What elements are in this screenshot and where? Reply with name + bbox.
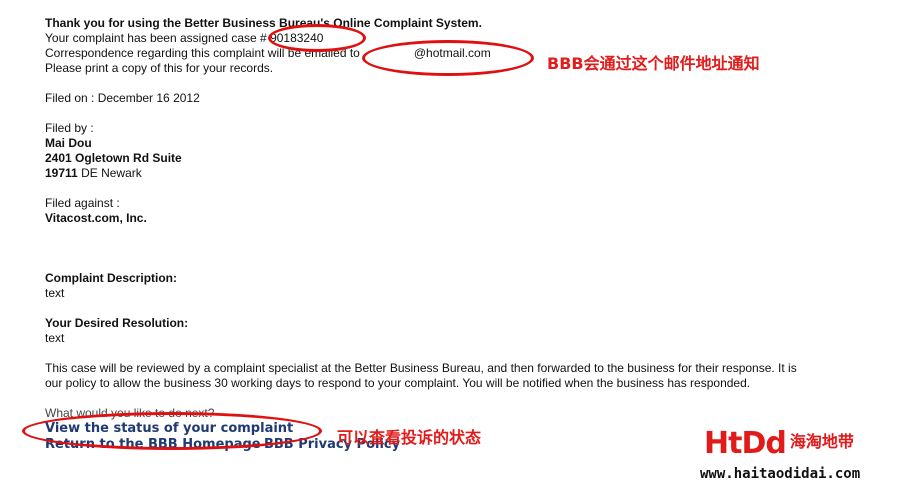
filed-against-label: Filed against : — [45, 196, 120, 210]
filer-name: Mai Dou — [45, 136, 92, 150]
desired-resolution-label: Your Desired Resolution: — [45, 316, 189, 330]
watermark-url: www.haitaodidai.com — [700, 466, 861, 482]
email-annotation: BBB会通过这个邮件地址通知 — [547, 54, 760, 73]
case-assigned-text: Your complaint has been assigned case # — [45, 31, 267, 45]
thank-you-heading: Thank you for using the Better Business … — [45, 16, 482, 30]
company-name: Vitacost.com, Inc. — [45, 211, 147, 225]
desired-resolution-text: text — [45, 331, 65, 345]
watermark-brand: HtDd — [704, 426, 787, 461]
next-question: What would you like to do next? — [45, 406, 215, 420]
filed-by-label: Filed by : — [45, 121, 94, 135]
filer-zip: 19711 — [45, 166, 78, 180]
complaint-description-text: text — [45, 286, 65, 300]
case-number: 90183240 — [270, 31, 324, 45]
filer-city-line: 19711 DE Newark — [45, 166, 825, 181]
status-annotation: 可以查看投诉的状态 — [337, 428, 482, 447]
complaint-confirmation: Thank you for using the Better Business … — [45, 16, 825, 453]
review-paragraph: This case will be reviewed by a complain… — [45, 361, 797, 390]
watermark-brand-cn: 海淘地带 — [789, 432, 854, 451]
bbb-homepage-link[interactable]: Return to the BBB Homepage — [45, 437, 261, 452]
filer-city-state: DE Newark — [81, 166, 142, 180]
complaint-description-label: Complaint Description: — [45, 271, 178, 285]
filer-address: 2401 Ogletown Rd Suite — [45, 151, 182, 165]
watermark-logo: HtDd 海淘地带 — [704, 428, 854, 460]
case-assigned-line: Your complaint has been assigned case # … — [45, 31, 825, 46]
correspondence-text: Correspondence regarding this complaint … — [45, 46, 360, 60]
filed-on: Filed on : December 16 2012 — [45, 91, 200, 105]
email-domain: @hotmail.com — [413, 46, 491, 60]
